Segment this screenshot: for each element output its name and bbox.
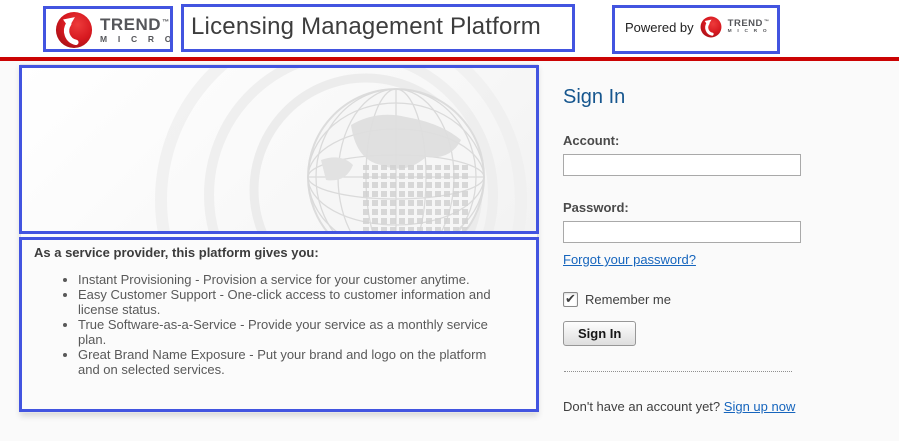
section-divider	[564, 371, 792, 372]
promo-heading: As a service provider, this platform giv…	[34, 245, 537, 260]
signup-link[interactable]: Sign up now	[724, 399, 796, 414]
trend-micro-ball-icon	[55, 11, 93, 49]
app-header: TREND™ M I C R O Licensing Management Pl…	[0, 0, 899, 57]
header-divider-rule	[0, 57, 899, 61]
promo-bullet-list: Instant Provisioning - Provision a servi…	[21, 272, 503, 377]
remember-me-row: ✔ Remember me	[563, 292, 793, 307]
powered-by-label: Powered by	[625, 20, 694, 35]
account-input[interactable]	[563, 154, 801, 176]
brand-name-bottom-small: M I C R O	[728, 30, 769, 35]
remember-me-label: Remember me	[585, 292, 671, 307]
promo-bullet-item: True Software-as-a-Service - Provide you…	[78, 317, 503, 347]
globe-graphic	[21, 65, 537, 234]
brand-name-top: TREND	[100, 15, 161, 34]
page-title: Licensing Management Platform	[191, 13, 541, 41]
promo-section: As a service provider, this platform giv…	[21, 237, 537, 412]
signup-prompt: Don't have an account yet?	[563, 399, 720, 414]
powered-by-badge: Powered by TREND™ M I C R O	[625, 16, 769, 38]
marketing-panel: As a service provider, this platform giv…	[20, 64, 538, 413]
brand-name-bottom: M I C R O	[100, 35, 176, 44]
signin-button[interactable]: Sign In	[563, 321, 636, 346]
password-label: Password:	[563, 200, 793, 215]
forgot-password-link[interactable]: Forgot your password?	[563, 252, 696, 267]
signin-title: Sign In	[563, 86, 793, 109]
trademark-mark-small: ™	[764, 19, 770, 25]
promo-bullet-item: Instant Provisioning - Provision a servi…	[78, 272, 503, 287]
trend-micro-logo[interactable]: TREND™ M I C R O	[55, 11, 176, 49]
promo-bullet-item: Easy Customer Support - One-click access…	[78, 287, 503, 317]
password-input[interactable]	[563, 221, 801, 243]
promo-bullet-item: Great Brand Name Exposure - Put your bra…	[78, 347, 503, 377]
trademark-mark: ™	[162, 19, 170, 26]
trend-micro-wordmark: TREND™ M I C R O	[100, 16, 176, 44]
trend-micro-wordmark-small: TREND™ M I C R O	[728, 19, 769, 34]
remember-me-checkbox[interactable]: ✔	[563, 292, 578, 307]
trend-micro-ball-icon-small	[700, 16, 722, 38]
signup-row: Don't have an account yet? Sign up now	[563, 399, 793, 414]
brand-name-top-small: TREND	[728, 18, 763, 29]
account-label: Account:	[563, 133, 793, 148]
globe-banner-image	[21, 65, 537, 234]
signin-form: Sign In Account: Password: Forgot your p…	[563, 86, 793, 414]
